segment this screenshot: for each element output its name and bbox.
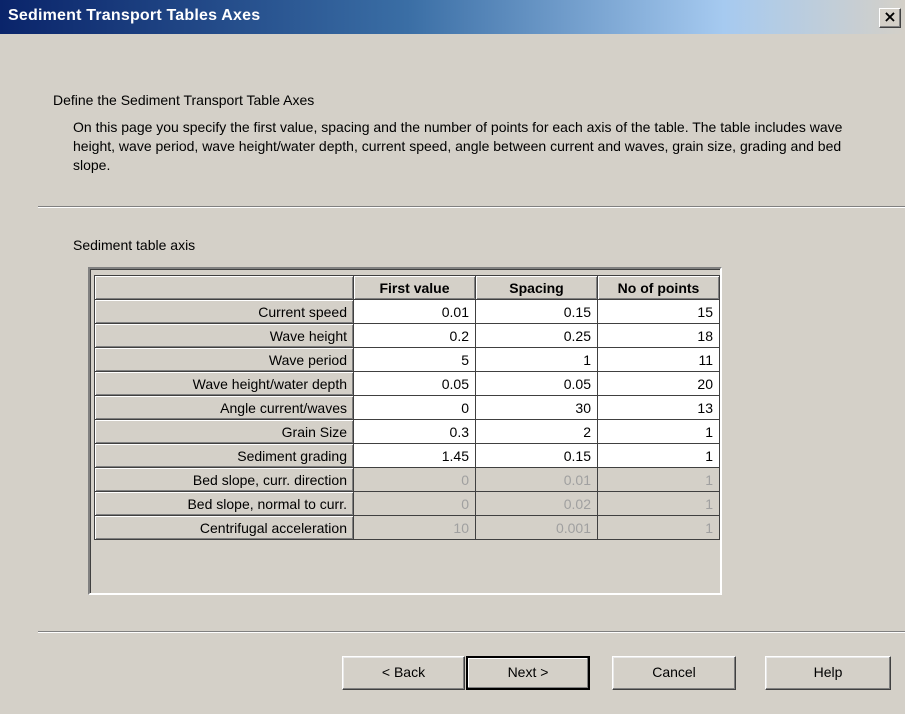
spacing-cell[interactable]: 0.25 (475, 323, 598, 348)
first-value-cell: 10 (353, 515, 476, 540)
row-label: Bed slope, normal to curr. (94, 491, 354, 516)
row-label: Sediment grading (94, 443, 354, 468)
spacing-cell[interactable]: 30 (475, 395, 598, 420)
no-of-points-cell: 1 (597, 467, 720, 492)
no-of-points-cell[interactable]: 20 (597, 371, 720, 396)
no-of-points-cell[interactable]: 18 (597, 323, 720, 348)
row-label: Centrifugal acceleration (94, 515, 354, 540)
first-value-cell[interactable]: 0 (353, 395, 476, 420)
no-of-points-cell[interactable]: 13 (597, 395, 720, 420)
row-label: Wave height/water depth (94, 371, 354, 396)
spacing-cell: 0.02 (475, 491, 598, 516)
column-header-corner (94, 275, 354, 300)
column-header-spacing: Spacing (475, 275, 598, 300)
table-header-row: First value Spacing No of points (94, 275, 720, 300)
bottom-separator (38, 631, 905, 633)
spacing-cell[interactable]: 1 (475, 347, 598, 372)
first-value-cell: 0 (353, 491, 476, 516)
row-label: Bed slope, curr. direction (94, 467, 354, 492)
table-label: Sediment table axis (73, 237, 196, 253)
table-row: Wave period 5 1 11 (94, 347, 720, 372)
column-header-no-of-points: No of points (597, 275, 720, 300)
table-row: Angle current/waves 0 30 13 (94, 395, 720, 420)
first-value-cell[interactable]: 0.05 (353, 371, 476, 396)
spacing-cell: 0.01 (475, 467, 598, 492)
table-row: Centrifugal acceleration 10 0.001 1 (94, 515, 720, 540)
first-value-cell: 0 (353, 467, 476, 492)
row-label: Wave height (94, 323, 354, 348)
no-of-points-cell: 1 (597, 491, 720, 516)
top-separator (38, 206, 905, 208)
page-description: On this page you specify the first value… (73, 119, 843, 173)
row-label: Angle current/waves (94, 395, 354, 420)
spacing-cell[interactable]: 0.05 (475, 371, 598, 396)
row-label: Wave period (94, 347, 354, 372)
table-row: Wave height/water depth 0.05 0.05 20 (94, 371, 720, 396)
back-button[interactable]: < Back (342, 656, 465, 690)
spacing-cell: 0.001 (475, 515, 598, 540)
spacing-cell[interactable]: 0.15 (475, 299, 598, 324)
first-value-cell[interactable]: 1.45 (353, 443, 476, 468)
first-value-cell[interactable]: 0.01 (353, 299, 476, 324)
next-button[interactable]: Next > (466, 656, 590, 690)
first-value-cell[interactable]: 0.2 (353, 323, 476, 348)
first-value-cell[interactable]: 5 (353, 347, 476, 372)
table-body: Current speed 0.01 0.15 15 Wave height 0.2 0.2… (94, 299, 720, 540)
column-header-first-value: First value (353, 275, 476, 300)
first-value-cell[interactable]: 0.3 (353, 419, 476, 444)
no-of-points-cell[interactable]: 1 (597, 419, 720, 444)
no-of-points-cell: 1 (597, 515, 720, 540)
table-row: Bed slope, curr. direction 0 0.01 1 (94, 467, 720, 492)
help-button[interactable]: Help (765, 656, 891, 690)
table-row: Current speed 0.01 0.15 15 (94, 299, 720, 324)
cancel-button[interactable]: Cancel (612, 656, 736, 690)
title-bar: Sediment Transport Tables Axes × (0, 0, 905, 34)
no-of-points-cell[interactable]: 11 (597, 347, 720, 372)
table-row: Bed slope, normal to curr. 0 0.02 1 (94, 491, 720, 516)
close-icon[interactable]: × (879, 8, 901, 28)
table-row: Sediment grading 1.45 0.15 1 (94, 443, 720, 468)
row-label: Grain Size (94, 419, 354, 444)
sediment-table-frame: First value Spacing No of points Current… (88, 267, 722, 595)
sediment-axis-table: First value Spacing No of points Current… (94, 275, 720, 540)
window-title: Sediment Transport Tables Axes (8, 7, 261, 24)
no-of-points-cell[interactable]: 15 (597, 299, 720, 324)
spacing-cell[interactable]: 0.15 (475, 443, 598, 468)
page-heading: Define the Sediment Transport Table Axes (53, 92, 315, 108)
spacing-cell[interactable]: 2 (475, 419, 598, 444)
table-row: Grain Size 0.3 2 1 (94, 419, 720, 444)
no-of-points-cell[interactable]: 1 (597, 443, 720, 468)
table-row: Wave height 0.2 0.25 18 (94, 323, 720, 348)
row-label: Current speed (94, 299, 354, 324)
